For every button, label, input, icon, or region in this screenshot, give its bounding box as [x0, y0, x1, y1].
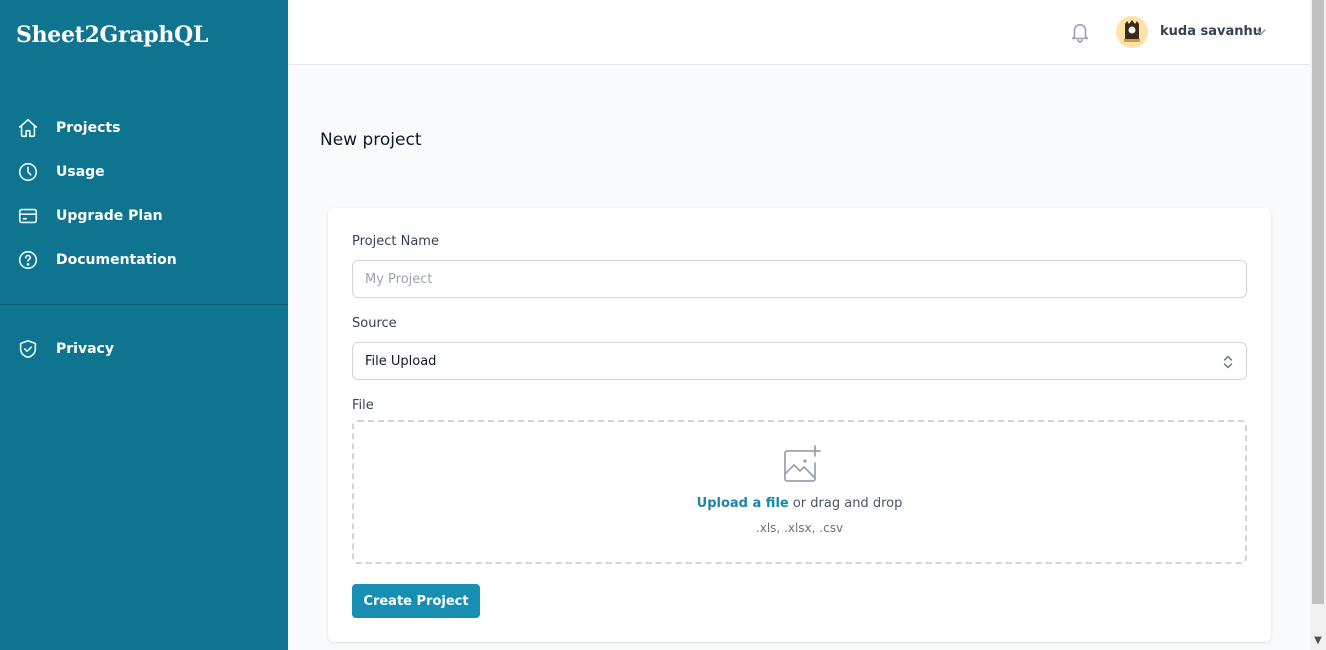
question-circle-icon — [16, 248, 40, 272]
image-upload-icon — [781, 444, 823, 486]
user-name[interactable]: kuda savanhu — [1160, 24, 1262, 39]
page-title: New project — [320, 130, 422, 150]
sidebar-item-label: Privacy — [56, 341, 114, 357]
sidebar-item-documentation[interactable]: Documentation — [0, 238, 288, 282]
credit-card-icon — [16, 204, 40, 228]
top-header: kuda savanhu — [288, 0, 1310, 65]
shield-check-icon — [16, 337, 40, 361]
scrollbar-thumb[interactable] — [1312, 0, 1324, 604]
project-name-input[interactable] — [352, 260, 1247, 298]
file-types-hint: .xls, .xlsx, .csv — [755, 521, 844, 535]
upload-file-link[interactable]: Upload a file — [697, 496, 789, 511]
upload-instructions: Upload a file or drag and drop — [354, 496, 1245, 511]
bell-icon[interactable] — [1069, 20, 1091, 44]
chevron-up-down-icon — [1220, 353, 1236, 371]
home-icon — [16, 116, 40, 140]
avatar[interactable] — [1116, 16, 1148, 48]
sidebar-item-privacy[interactable]: Privacy — [0, 327, 288, 371]
create-project-button[interactable]: Create Project — [352, 584, 480, 618]
brand-logo[interactable]: Sheet2GraphQL — [16, 22, 208, 48]
sidebar: Sheet2GraphQL Projects Usage Upgrade Pla… — [0, 0, 288, 650]
chevron-down-icon[interactable] — [1254, 24, 1268, 38]
sidebar-item-upgrade-plan[interactable]: Upgrade Plan — [0, 194, 288, 238]
sidebar-nav: Projects Usage Upgrade Plan Documentatio… — [0, 106, 288, 282]
sidebar-secondary-nav: Privacy — [0, 327, 288, 371]
source-label: Source — [352, 316, 397, 331]
sidebar-item-label: Usage — [56, 164, 105, 180]
sidebar-divider — [0, 304, 288, 305]
sidebar-item-projects[interactable]: Projects — [0, 106, 288, 150]
sidebar-item-label: Documentation — [56, 252, 177, 268]
drag-drop-text: or drag and drop — [788, 496, 903, 511]
sidebar-item-label: Upgrade Plan — [56, 208, 163, 224]
source-select[interactable]: File Upload — [352, 342, 1247, 380]
scroll-down-arrow-icon[interactable]: ▼ — [1312, 634, 1324, 648]
source-select-value: File Upload — [365, 353, 437, 369]
project-name-label: Project Name — [352, 234, 439, 249]
file-label: File — [352, 398, 374, 413]
sidebar-item-label: Projects — [56, 120, 121, 136]
new-project-form: Project Name Source File Upload File Upl… — [328, 208, 1271, 642]
file-dropzone[interactable]: Upload a file or drag and drop .xls, .xl… — [352, 420, 1247, 564]
clock-icon — [16, 160, 40, 184]
sidebar-item-usage[interactable]: Usage — [0, 150, 288, 194]
